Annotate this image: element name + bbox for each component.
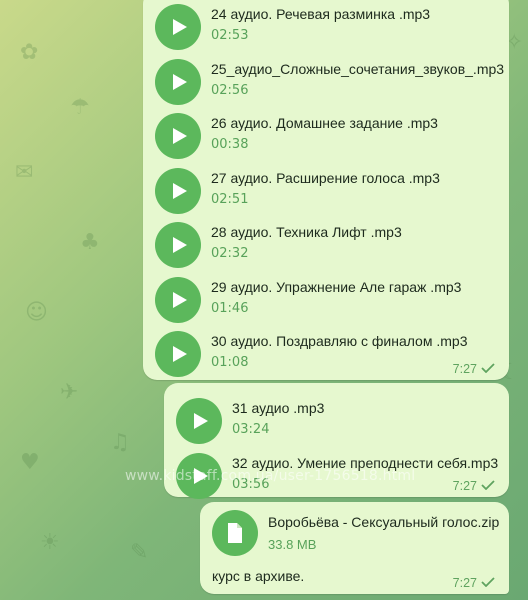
message-bubble-audio-group-1: 24 аудио. Речевая разминка .mp3 02:53 25_а… (143, 0, 509, 380)
audio-track: 29 аудио. Упражнение Але гараж .mp3 01:46 (155, 273, 495, 327)
audio-title: 31 аудио .mp3 (232, 400, 325, 416)
document-icon (228, 523, 242, 543)
play-icon (172, 182, 187, 199)
message-bubble-file: Воробьёва - Сексуальный голос.zip 33.8 M… (200, 502, 509, 594)
audio-title: 32 аудио. Умение преподнести себя.mp3 (232, 455, 499, 471)
file-download-button[interactable] (212, 510, 258, 556)
audio-duration: 03:24 (232, 422, 270, 437)
audio-duration: 03:56 (232, 477, 270, 492)
play-button[interactable] (155, 222, 201, 268)
audio-track: 25_аудио_Сложные_сочетания_звуков_.mp3 02… (155, 55, 504, 109)
audio-title: 29 аудио. Упражнение Але гараж .mp3 (211, 278, 462, 295)
message-time: 7:27 (452, 362, 477, 376)
audio-title: 24 аудио. Речевая разминка .mp3 (211, 6, 431, 22)
play-icon (193, 413, 208, 429)
play-icon (172, 291, 187, 308)
background-doodle: ✉ (15, 160, 34, 185)
message-meta: 7:27 (453, 576, 495, 590)
audio-duration: 02:53 (211, 28, 249, 43)
background-doodle: ☺ (25, 300, 48, 325)
file-size: 33.8 MB (268, 537, 317, 552)
play-icon (172, 19, 187, 35)
audio-track: 30 аудио. Поздравляю с финалом .mp3 01:08 (155, 327, 495, 381)
audio-track: 27 аудио. Расширение голоса .mp3 02:51 (155, 164, 495, 218)
message-bubble-audio-group-2: 31 аудио .mp3 03:24 32 аудио. Умение препо… (164, 383, 509, 499)
audio-track: 28 аудио. Техника Лифт .mp3 02:32 (155, 218, 495, 272)
audio-duration: 01:08 (211, 355, 249, 370)
background-doodle: ♥ (20, 450, 40, 475)
play-button[interactable] (155, 113, 201, 159)
audio-title: 26 аудио. Домашнее задание .mp3 (211, 115, 438, 131)
audio-duration: 02:51 (211, 191, 249, 207)
play-icon (172, 237, 187, 253)
audio-track: 26 аудио. Домашнее задание .mp3 00:38 (155, 109, 495, 163)
play-icon (172, 73, 187, 90)
play-button[interactable] (155, 167, 201, 214)
audio-duration: 02:32 (211, 246, 249, 261)
background-doodle: ♫ (110, 430, 130, 455)
background-doodle: ✎ (130, 540, 149, 565)
play-button[interactable] (155, 4, 201, 50)
read-check-icon (481, 479, 495, 493)
play-button[interactable] (176, 398, 222, 444)
audio-title: 30 аудио. Поздравляю с финалом .mp3 (211, 333, 468, 349)
audio-title: 28 аудио. Техника Лифт .mp3 (211, 224, 402, 240)
background-doodle: ☀ (40, 530, 60, 555)
audio-track: 24 аудио. Речевая разминка .mp3 02:53 (155, 0, 495, 54)
background-doodle: ✈ (60, 380, 79, 405)
play-button[interactable] (155, 276, 201, 323)
audio-duration: 02:56 (211, 82, 249, 98)
read-check-icon (481, 576, 495, 590)
audio-duration: 01:46 (211, 300, 249, 316)
message-time: 7:27 (452, 576, 477, 590)
read-check-icon (481, 362, 495, 376)
play-icon (172, 346, 187, 362)
play-button[interactable] (155, 58, 201, 105)
background-doodle: ♣ (80, 230, 100, 255)
message-meta: 7:27 (453, 479, 495, 493)
file-name[interactable]: Воробьёва - Сексуальный голос.zip (268, 514, 499, 530)
play-icon (172, 128, 187, 144)
play-button[interactable] (176, 453, 222, 499)
audio-track: 31 аудио .mp3 03:24 (176, 394, 516, 448)
play-icon (193, 468, 208, 484)
audio-title: 27 аудио. Расширение голоса .mp3 (211, 169, 440, 186)
message-meta: 7:27 (453, 362, 495, 376)
play-button[interactable] (155, 331, 201, 377)
audio-duration: 00:38 (211, 137, 249, 152)
message-time: 7:27 (452, 479, 477, 493)
message-caption: курс в архиве. (212, 568, 305, 584)
background-doodle: ✿ (20, 40, 39, 65)
background-doodle: ☂ (70, 95, 90, 120)
audio-track: 32 аудио. Умение преподнести себя.mp3 03:… (176, 449, 516, 503)
audio-title: 25_аудио_Сложные_сочетания_звуков_.mp3 (211, 60, 505, 77)
